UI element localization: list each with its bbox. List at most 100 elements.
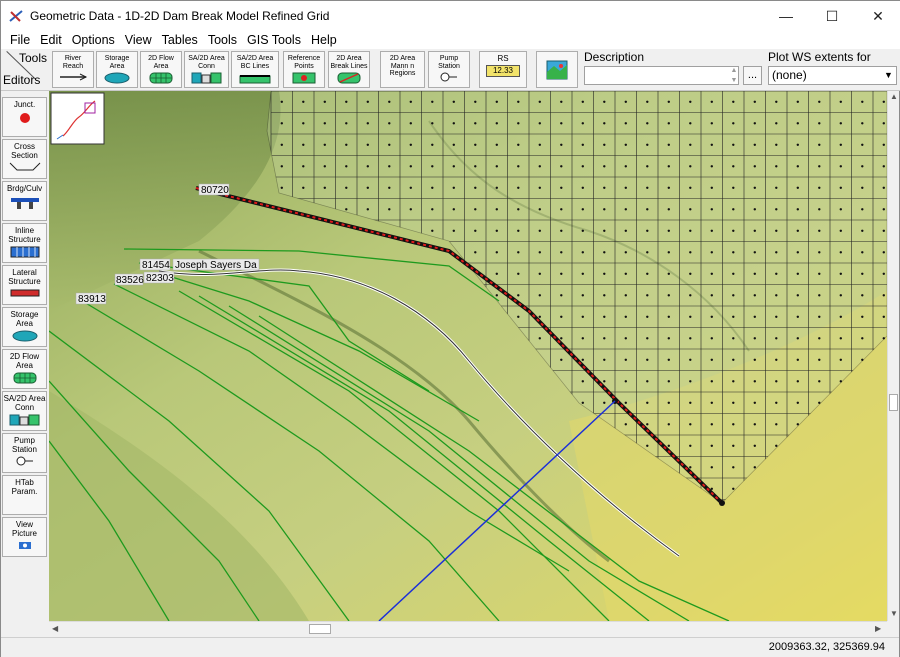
maximize-button[interactable]: ☐	[809, 1, 855, 31]
description-more-button[interactable]: ...	[743, 66, 762, 85]
editor-inline-structure-label: Inline Structure	[8, 226, 41, 244]
break-lines-button[interactable]: 2D Area Break Lines	[328, 51, 370, 88]
window-title: Geometric Data - 1D-2D Dam Break Model R…	[30, 9, 330, 23]
description-field[interactable]	[584, 66, 739, 85]
label-joseph-sayers-dam: Joseph Sayers Da	[175, 260, 257, 271]
2d-flow-area-icon	[149, 72, 173, 84]
description-label: Description	[584, 50, 645, 64]
rs-value: 12.33	[492, 65, 514, 75]
editor-bridge-culvert-button[interactable]: Brdg/Culv	[2, 181, 47, 221]
menu-bar: File Edit Options View Tables Tools GIS …	[1, 31, 900, 49]
bc-lines-label: SA/2D Area BC Lines	[236, 55, 274, 70]
mann-n-regions-button[interactable]: 2D Area Mann n Regions	[380, 51, 425, 88]
storage-area-icon	[104, 72, 130, 84]
sa-2d-conn-button[interactable]: SA/2D Area Conn	[184, 51, 229, 88]
vertical-scrollbar[interactable]: ▲ ▼	[887, 91, 899, 621]
editor-junction-button[interactable]: Junct.	[2, 97, 47, 137]
cross-section-icon	[9, 162, 40, 171]
pump-station-icon	[440, 72, 457, 82]
menu-gis-tools[interactable]: GIS Tools	[242, 33, 306, 47]
scroll-left-icon[interactable]: ◀	[52, 624, 58, 633]
editor-2d-flow-area-label: 2D Flow Area	[9, 352, 40, 370]
menu-options[interactable]: Options	[67, 33, 120, 47]
2d-flow-area-label: 2D Flow Area	[148, 55, 174, 70]
menu-help[interactable]: Help	[306, 33, 342, 47]
map-svg: 80720 81454 Joseph Sayers Da 82303 83526…	[49, 91, 887, 621]
editor-lateral-structure-button[interactable]: Lateral Structure	[2, 265, 47, 305]
tools-editors-header: Tools Editors	[1, 49, 49, 91]
hec-ras-app-icon	[9, 10, 23, 22]
description-spinner[interactable]: ▲ ▼	[728, 66, 740, 85]
editor-2d-flow-area-button[interactable]: 2D Flow Area	[2, 349, 47, 389]
connection-endpoint	[719, 500, 725, 506]
menu-view[interactable]: View	[120, 33, 157, 47]
scroll-up-icon[interactable]: ▲	[890, 92, 898, 101]
editor-lateral-structure-label: Lateral Structure	[8, 268, 41, 286]
pump-station-icon	[16, 456, 33, 466]
geometry-map-canvas[interactable]: 80720 81454 Joseph Sayers Da 82303 83526…	[49, 91, 887, 621]
label-83526: 83526	[116, 275, 144, 286]
editor-htab-button[interactable]: HTab Param.	[2, 475, 47, 515]
overview-map-inset[interactable]	[50, 92, 105, 145]
plot-ws-value: (none)	[772, 68, 807, 82]
rs-button[interactable]: RS 12.33	[479, 51, 527, 88]
status-bar: 2009363.32, 325369.94	[1, 637, 899, 657]
plot-ws-select[interactable]: (none) ▼	[768, 66, 897, 85]
storage-area-label: Storage Area	[104, 55, 130, 70]
scroll-down-icon[interactable]: ▼	[890, 609, 898, 618]
coordinate-readout: 2009363.32, 325369.94	[768, 641, 885, 653]
editor-view-picture-button[interactable]: View Picture	[2, 517, 47, 557]
bridge-culvert-icon	[10, 197, 39, 209]
reference-points-button[interactable]: Reference Points	[283, 51, 325, 88]
sa-2d-conn-label: SA/2D Area Conn	[188, 55, 225, 70]
editor-storage-area-label: Storage Area	[10, 310, 39, 328]
bc-lines-button[interactable]: SA/2D Area BC Lines	[231, 51, 279, 88]
river-reach-button[interactable]: River Reach	[52, 51, 94, 88]
title-bar: Geometric Data - 1D-2D Dam Break Model R…	[1, 1, 900, 31]
pump-station-label: Pump Station	[438, 55, 460, 70]
storage-area-icon	[12, 330, 37, 342]
editor-bridge-culvert-label: Brdg/Culv	[6, 184, 43, 193]
scroll-right-icon[interactable]: ▶	[875, 624, 881, 633]
horizontal-scroll-thumb[interactable]	[309, 624, 331, 634]
close-button[interactable]: ✕	[855, 1, 900, 31]
background-map-icon	[546, 60, 568, 79]
editors-panel: Junct. Cross Section Brdg/Culv Inline St…	[1, 91, 49, 636]
tools-label: Tools	[19, 51, 48, 65]
river-reach-icon	[60, 73, 88, 81]
lateral-structure-icon	[10, 289, 39, 297]
toolbar: Tools Editors River Reach Storage Area 2…	[1, 49, 900, 91]
menu-edit[interactable]: Edit	[35, 33, 67, 47]
river-reach-label: River Reach	[62, 55, 84, 70]
editor-view-picture-label: View Picture	[12, 520, 37, 538]
rs-label: RS	[497, 54, 509, 63]
pump-station-button[interactable]: Pump Station	[428, 51, 470, 88]
editor-cross-section-label: Cross Section	[11, 142, 38, 160]
minimize-button[interactable]: —	[763, 1, 809, 31]
editor-sa-2d-conn-button[interactable]: SA/2D Area Conn	[2, 391, 47, 431]
menu-tools[interactable]: Tools	[203, 33, 242, 47]
camera-icon	[18, 542, 31, 549]
menu-tables[interactable]: Tables	[157, 33, 203, 47]
editor-storage-area-button[interactable]: Storage Area	[2, 307, 47, 347]
mann-n-regions-label: 2D Area Mann n Regions	[389, 55, 416, 77]
label-83913: 83913	[78, 294, 106, 305]
inline-structure-icon	[10, 246, 39, 258]
spin-up-icon: ▲	[730, 67, 738, 75]
horizontal-scrollbar[interactable]: ◀ ▶	[49, 621, 887, 635]
sa-2d-conn-icon	[191, 72, 221, 84]
vertical-scroll-thumb[interactable]	[889, 394, 898, 411]
storage-area-button[interactable]: Storage Area	[96, 51, 138, 88]
background-map-button[interactable]	[536, 51, 578, 88]
editor-pump-station-button[interactable]: Pump Station	[2, 433, 47, 473]
chevron-down-icon: ▼	[881, 67, 896, 84]
2d-flow-area-button[interactable]: 2D Flow Area	[140, 51, 182, 88]
junction-icon	[19, 112, 30, 123]
editor-cross-section-button[interactable]: Cross Section	[2, 139, 47, 179]
break-lines-icon	[337, 72, 361, 84]
editor-inline-structure-button[interactable]: Inline Structure	[2, 223, 47, 263]
editor-htab-label: HTab Param.	[11, 478, 38, 496]
2d-flow-area-icon	[13, 372, 36, 384]
reference-points-icon	[292, 72, 316, 84]
menu-file[interactable]: File	[5, 33, 35, 47]
